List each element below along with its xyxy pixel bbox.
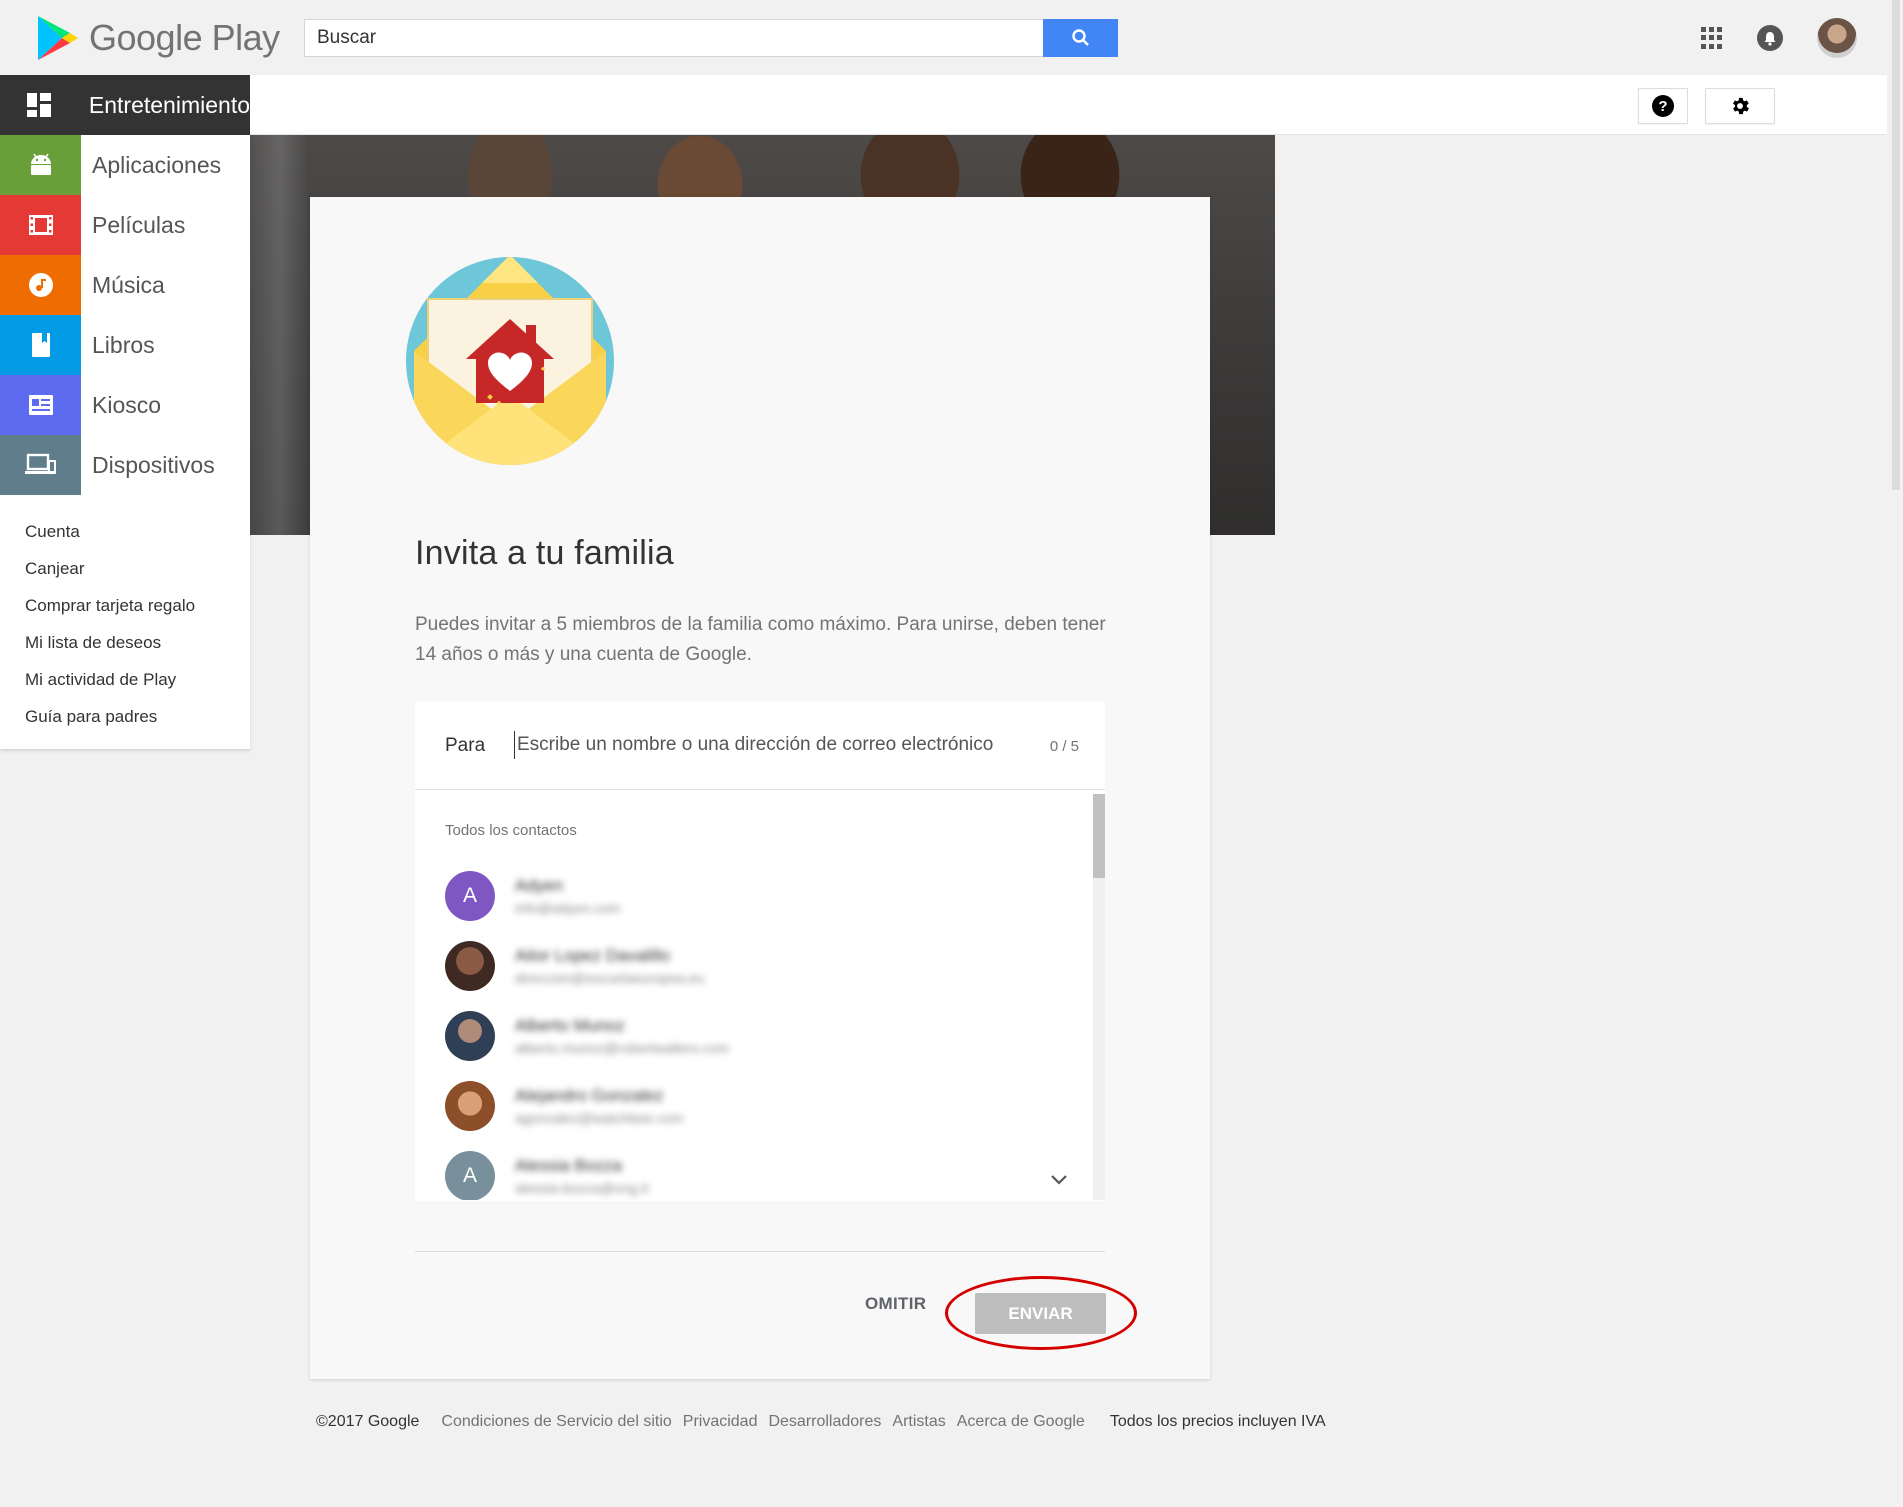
contact-item[interactable]: A Adyen info@adyen.com (445, 870, 1045, 922)
to-label: Para (445, 735, 486, 756)
contact-email: direccion@escuelaeuropea.eu (515, 970, 705, 986)
nav-item-musica[interactable]: Música (0, 255, 250, 315)
hero-decoration (250, 135, 310, 535)
invite-title: Invita a tu familia (415, 534, 674, 572)
help-icon: ? (1652, 95, 1674, 117)
skip-button[interactable]: OMITIR (865, 1294, 926, 1314)
footer-link-privacy[interactable]: Privacidad (683, 1413, 758, 1431)
help-button[interactable]: ? (1638, 88, 1688, 124)
notifications-bell-icon[interactable] (1757, 25, 1783, 51)
home-grid-icon (0, 75, 78, 135)
contact-item[interactable]: Alberto Munoz alberto.munoz@robertwalter… (445, 1010, 1045, 1062)
avatar (445, 1011, 495, 1061)
contact-name: Aitor Lopez Davalillo (515, 946, 670, 965)
contact-text: Aitor Lopez Davalillo direccion@escuelae… (515, 946, 704, 986)
link-mi-actividad-de-play[interactable]: Mi actividad de Play (25, 661, 250, 698)
nav-item-label: Aplicaciones (92, 151, 222, 178)
family-invite-illustration-icon (406, 257, 614, 465)
nav-item-label: Libros (92, 331, 155, 358)
vat-note: Todos los precios incluyen IVA (1109, 1413, 1326, 1430)
link-comprar-tarjeta-regalo[interactable]: Comprar tarjeta regalo (25, 587, 250, 624)
copyright: ©2017 Google (316, 1413, 420, 1430)
footer: ©2017 Google Condiciones de Servicio del… (316, 1413, 1326, 1431)
nav-item-aplicaciones[interactable]: Aplicaciones (0, 135, 250, 195)
play-logo-icon (38, 16, 78, 60)
nav-item-label: Dispositivos (92, 451, 215, 478)
search-icon (1071, 29, 1089, 46)
contact-item[interactable]: A Alessia Bozza alessia.bozza@ong.it (445, 1150, 1045, 1200)
nav-item-label: Películas (92, 211, 186, 238)
nav-item-peliculas[interactable]: Películas (0, 195, 250, 255)
recipient-counter: 0 / 5 (1049, 738, 1079, 755)
page-scroll-thumb[interactable] (1892, 0, 1900, 490)
contact-picker: Para 0 / 5 Todos los contactos A Adyen i… (415, 701, 1105, 1201)
recipient-row: Para 0 / 5 (415, 701, 1105, 790)
avatar: A (445, 871, 495, 921)
book-icon (0, 315, 81, 375)
contact-text: Alejandro Gonzalez agonzalez@watchbee.co… (515, 1086, 683, 1126)
contact-email: info@adyen.com (515, 900, 621, 916)
link-cuenta[interactable]: Cuenta (25, 513, 250, 550)
contacts-list[interactable]: Todos los contactos A Adyen info@adyen.c… (415, 790, 1105, 1200)
apps-grid-icon[interactable] (1701, 27, 1723, 49)
avatar: A (445, 1151, 495, 1200)
account-links: Cuenta Canjear Comprar tarjeta regalo Mi… (0, 495, 250, 749)
android-icon (0, 135, 81, 195)
scroll-thumb[interactable] (1093, 794, 1105, 878)
contacts-scrollbar[interactable] (1093, 794, 1105, 1200)
left-navigation: Entretenimiento Aplicaciones Películas M… (0, 75, 250, 749)
nav-item-label: Kiosco (92, 391, 162, 418)
newsstand-icon (0, 375, 81, 435)
contact-item[interactable]: Aitor Lopez Davalillo direccion@escuelae… (445, 940, 1045, 992)
chevron-down-icon[interactable] (1051, 1175, 1067, 1185)
send-button[interactable]: ENVIAR (975, 1293, 1106, 1334)
sub-toolbar: ? (250, 75, 1887, 135)
account-avatar[interactable] (1817, 18, 1857, 58)
nav-item-dispositivos[interactable]: Dispositivos (0, 435, 250, 495)
link-mi-lista-de-deseos[interactable]: Mi lista de deseos (25, 624, 250, 661)
divider (415, 1251, 1105, 1252)
nav-item-label: Música (92, 271, 165, 298)
footer-link-about[interactable]: Acerca de Google (957, 1413, 1085, 1431)
contact-email: agonzalez@watchbee.com (515, 1110, 684, 1126)
top-bar: Google Play (0, 0, 1903, 75)
contact-email: alessia.bozza@ong.it (515, 1180, 649, 1196)
contact-name: Adyen (515, 876, 564, 895)
nav-item-entretenimiento[interactable]: Entretenimiento (0, 75, 250, 135)
music-note-icon (0, 255, 81, 315)
contact-name: Alberto Munoz (515, 1016, 625, 1035)
search-input[interactable] (305, 20, 1025, 56)
nav-item-label: Entretenimiento (88, 91, 250, 118)
contact-text: Adyen info@adyen.com (515, 876, 620, 916)
settings-button[interactable] (1705, 88, 1775, 124)
contact-text: Alberto Munoz alberto.munoz@robertwalter… (515, 1016, 729, 1056)
contacts-heading: Todos los contactos (445, 822, 577, 839)
devices-icon (0, 435, 81, 495)
avatar (445, 1081, 495, 1131)
footer-link-terms[interactable]: Condiciones de Servicio del sitio (441, 1413, 671, 1431)
film-icon (0, 195, 81, 255)
settings-gear-icon (1733, 97, 1749, 115)
search-box (304, 19, 1118, 57)
family-invite-card: Invita a tu familia Puedes invitar a 5 m… (310, 197, 1210, 1379)
top-right-icons (1701, 18, 1857, 58)
google-play-logo[interactable]: Google Play (36, 14, 280, 62)
contact-name: Alejandro Gonzalez (515, 1086, 664, 1105)
nav-item-kiosco[interactable]: Kiosco (0, 375, 250, 435)
recipient-input[interactable] (514, 731, 1014, 759)
link-canjear[interactable]: Canjear (25, 550, 250, 587)
contact-item[interactable]: Alejandro Gonzalez agonzalez@watchbee.co… (445, 1080, 1045, 1132)
contact-text: Alessia Bozza alessia.bozza@ong.it (515, 1156, 648, 1196)
footer-link-artists[interactable]: Artistas (892, 1413, 945, 1431)
logo-text: Google Play (89, 17, 280, 58)
nav-item-libros[interactable]: Libros (0, 315, 250, 375)
contact-email: alberto.munoz@robertwalters.com (515, 1040, 730, 1056)
page-scrollbar[interactable] (1887, 0, 1903, 1507)
footer-link-developers[interactable]: Desarrolladores (768, 1413, 881, 1431)
invite-description: Puedes invitar a 5 miembros de la famili… (415, 614, 1106, 665)
avatar (445, 941, 495, 991)
contact-name: Alessia Bozza (515, 1156, 622, 1175)
link-guia-para-padres[interactable]: Guía para padres (25, 698, 250, 735)
search-button[interactable] (1043, 19, 1118, 57)
